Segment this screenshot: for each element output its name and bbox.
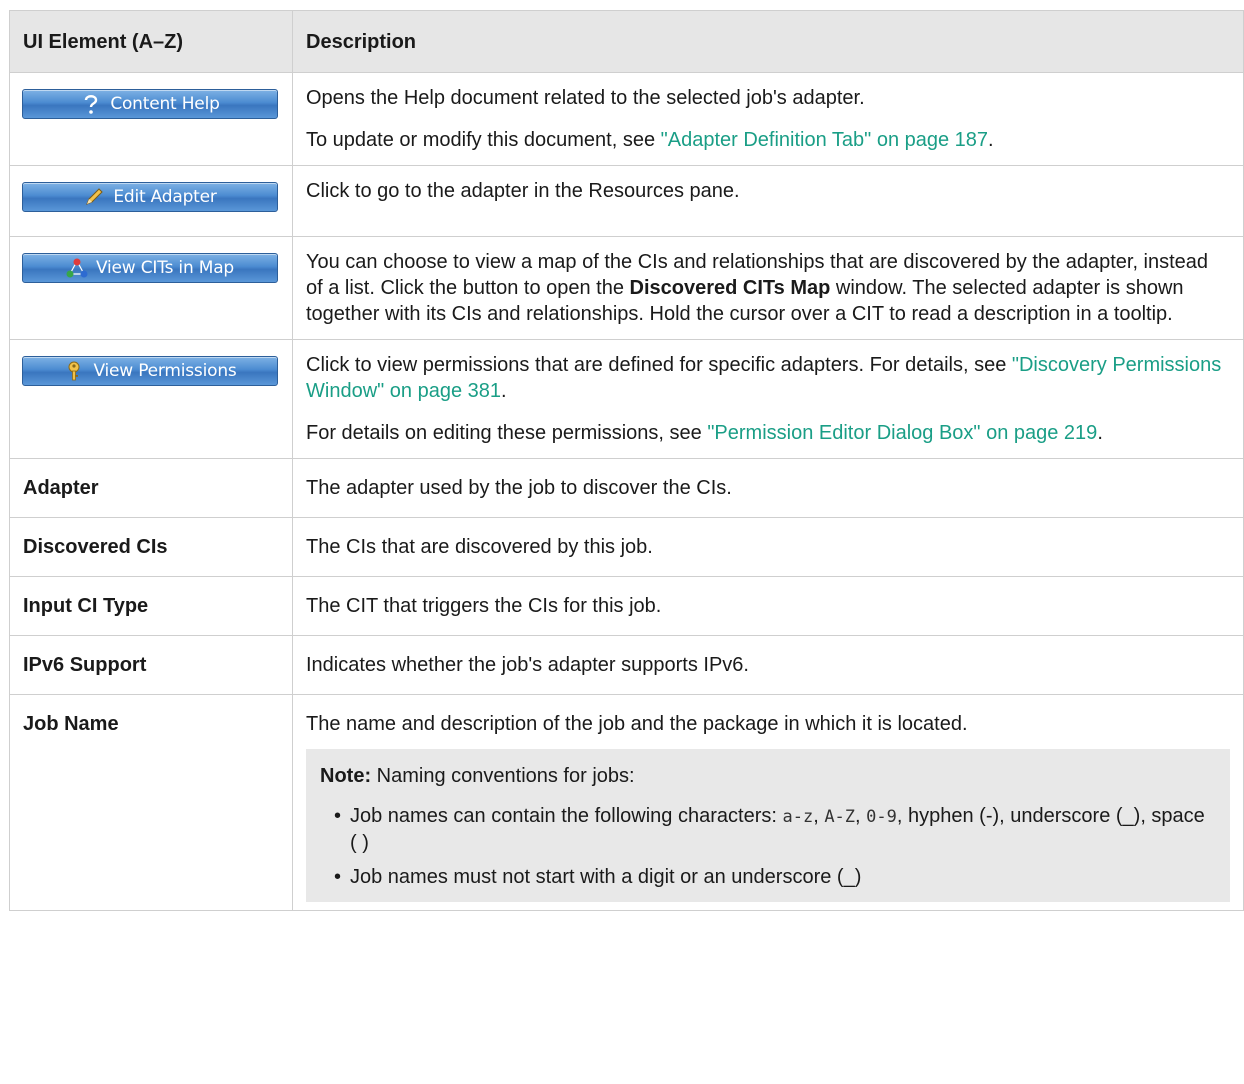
table-row: Input CI Type The CIT that triggers the … [9, 576, 1244, 636]
header-description: Description [292, 10, 1244, 73]
help-question-icon [80, 93, 102, 115]
element-cell: Edit Adapter [9, 165, 293, 237]
permission-editor-dialog-box-link[interactable]: "Permission Editor Dialog Box" on page 2… [707, 422, 1097, 444]
description-cell: You can choose to view a map of the CIs … [292, 236, 1244, 340]
text: For details on editing these permissions… [306, 422, 708, 444]
view-cits-label: View CITs in Map [95, 258, 235, 278]
input-ci-type-label: Input CI Type [9, 576, 293, 636]
discovered-cis-desc: The CIs that are discovered by this job. [292, 517, 1244, 577]
discovered-cis-label: Discovered CIs [9, 517, 293, 577]
ipv6-support-label: IPv6 Support [9, 635, 293, 695]
ui-elements-table: UI Element (A–Z) Description Content Hel… [9, 10, 1244, 911]
text: , [813, 805, 825, 827]
content-help-desc-2: To update or modify this document, see "… [306, 127, 1230, 153]
note-list: Job names can contain the following char… [320, 803, 1216, 890]
adapter-label: Adapter [9, 458, 293, 518]
input-ci-type-desc: The CIT that triggers the CIs for this j… [292, 576, 1244, 636]
table-row: Content Help Opens the Help document rel… [9, 72, 1244, 166]
description-cell: Opens the Help document related to the s… [292, 72, 1244, 166]
table-row: IPv6 Support Indicates whether the job's… [9, 635, 1244, 695]
table-row: Job Name The name and description of the… [9, 694, 1244, 911]
code-0-9: 0-9 [866, 807, 897, 827]
code-a-z: a-z [782, 807, 814, 827]
table-row: View CITs in Map You can choose to view … [9, 236, 1244, 340]
edit-adapter-label: Edit Adapter [113, 187, 217, 207]
text: . [501, 380, 507, 402]
element-cell: Content Help [9, 72, 293, 166]
note-box: Note: Naming conventions for jobs: Job n… [306, 749, 1230, 902]
table-row: Adapter The adapter used by the job to d… [9, 458, 1244, 518]
text: , [855, 805, 867, 827]
description-cell: Click to view permissions that are defin… [292, 339, 1244, 459]
list-item: Job names can contain the following char… [334, 803, 1216, 856]
job-name-label: Job Name [9, 694, 293, 911]
note-text: Naming conventions for jobs: [371, 765, 635, 787]
text: Click to view permissions that are defin… [306, 354, 1012, 376]
list-item: Job names must not start with a digit or… [334, 864, 1216, 890]
adapter-definition-tab-link[interactable]: "Adapter Definition Tab" on page 187 [661, 129, 988, 151]
view-cits-in-map-button[interactable]: View CITs in Map [22, 253, 278, 283]
view-permissions-desc-2: For details on editing these permissions… [306, 420, 1230, 446]
element-cell: View CITs in Map [9, 236, 293, 340]
header-ui-element: UI Element (A–Z) [9, 10, 293, 73]
element-cell: View Permissions [9, 339, 293, 459]
content-help-button[interactable]: Content Help [22, 89, 278, 119]
content-help-label: Content Help [110, 94, 220, 114]
text: . [1097, 422, 1103, 444]
view-cits-desc: You can choose to view a map of the CIs … [306, 249, 1230, 327]
ipv6-support-desc: Indicates whether the job's adapter supp… [292, 635, 1244, 695]
discovered-cits-map-term: Discovered CITs Map [629, 277, 831, 299]
text: Job names can contain the following char… [350, 805, 783, 827]
code-A-Z: A-Z [824, 807, 856, 827]
table-header-row: UI Element (A–Z) Description [9, 10, 1244, 73]
note-label: Note: [320, 765, 372, 787]
pencil-icon [83, 186, 105, 208]
key-icon [63, 360, 85, 382]
table-row: Edit Adapter Click to go to the adapter … [9, 165, 1244, 237]
view-permissions-label: View Permissions [93, 361, 237, 381]
view-permissions-desc: Click to view permissions that are defin… [306, 352, 1230, 404]
content-help-desc: Opens the Help document related to the s… [306, 87, 865, 109]
text: . [988, 129, 994, 151]
network-map-icon [66, 257, 88, 279]
adapter-desc: The adapter used by the job to discover … [292, 458, 1244, 518]
edit-adapter-desc: Click to go to the adapter in the Resour… [306, 180, 740, 202]
text: To update or modify this document, see [306, 129, 661, 151]
table-row: View Permissions Click to view permissio… [9, 339, 1244, 459]
table-row: Discovered CIs The CIs that are discover… [9, 517, 1244, 577]
description-cell: Click to go to the adapter in the Resour… [292, 165, 1244, 237]
view-permissions-button[interactable]: View Permissions [22, 356, 278, 386]
note-heading: Note: Naming conventions for jobs: [320, 763, 1216, 789]
edit-adapter-button[interactable]: Edit Adapter [22, 182, 278, 212]
job-name-desc: The name and description of the job and … [306, 713, 968, 735]
description-cell: The name and description of the job and … [292, 694, 1244, 911]
